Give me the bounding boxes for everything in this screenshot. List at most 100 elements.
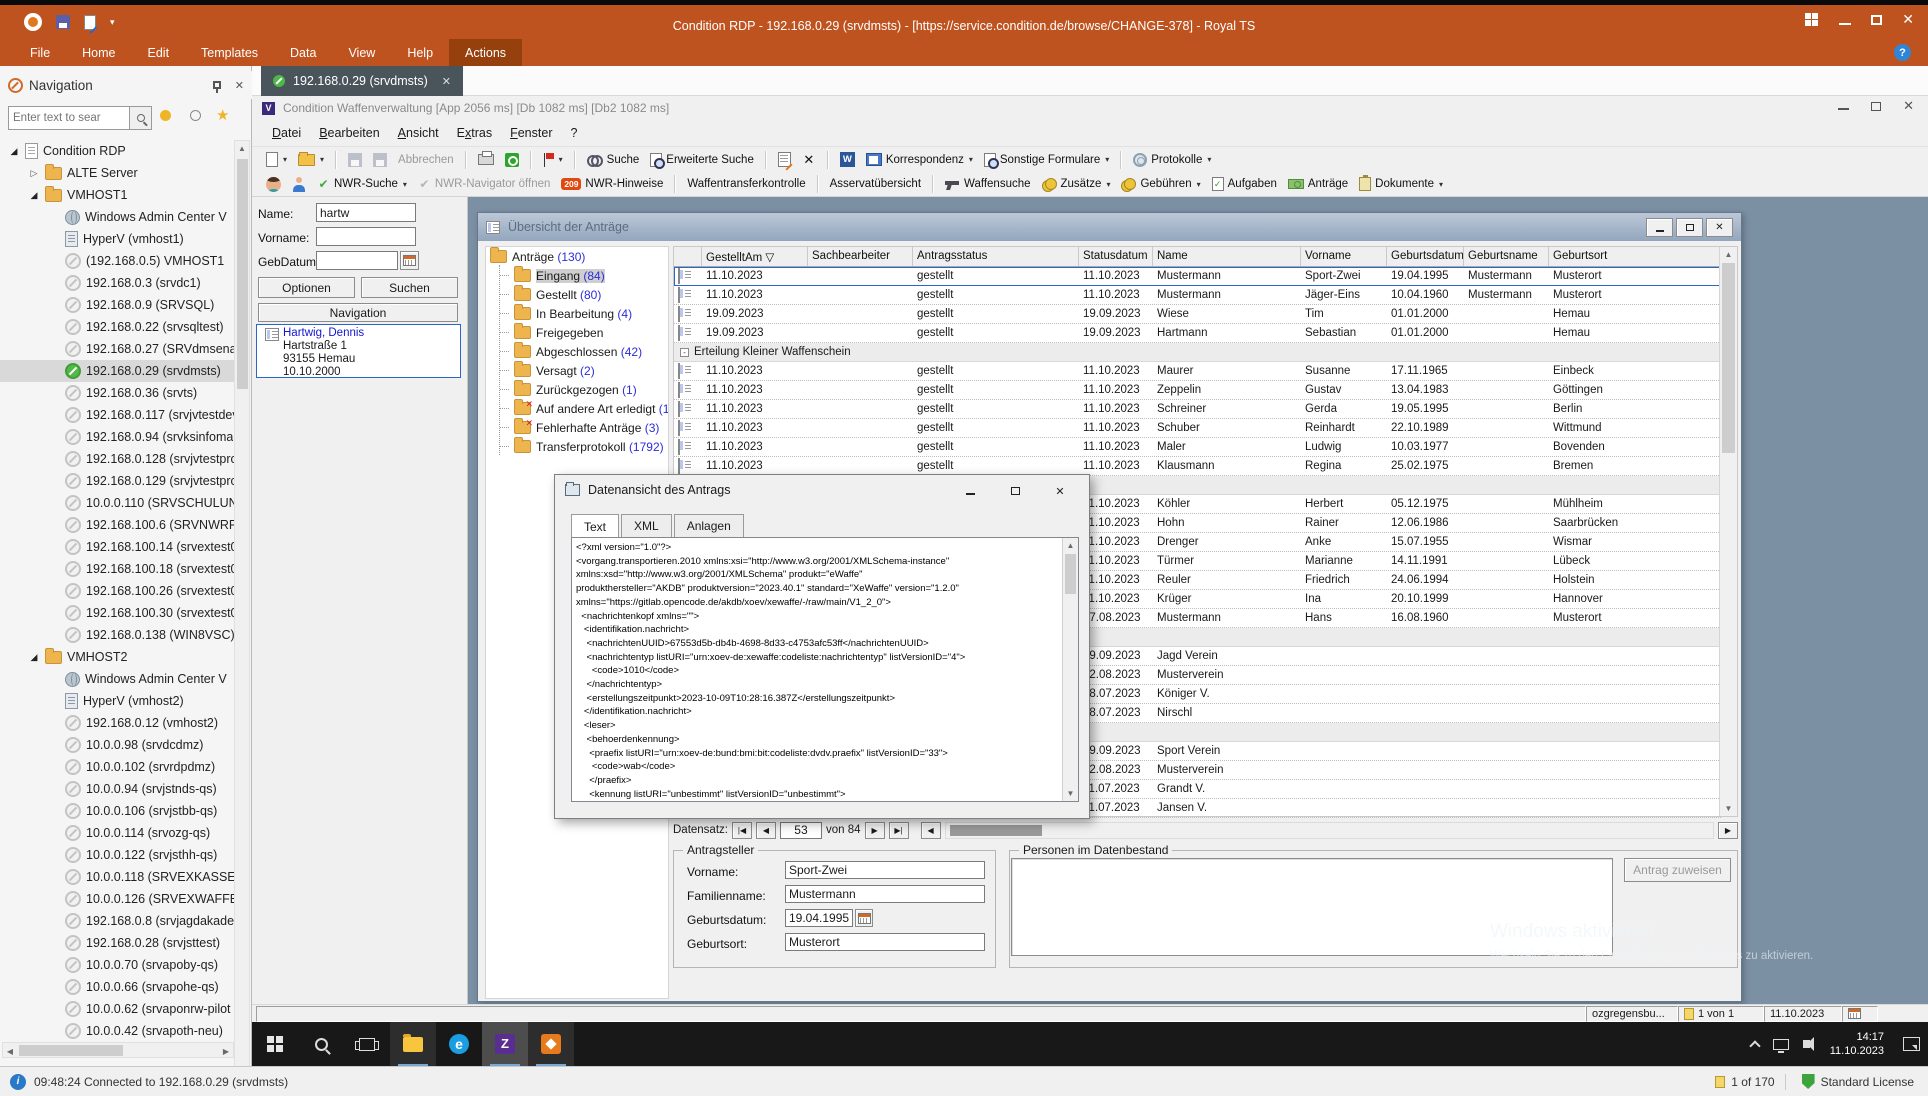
server-tree-item[interactable]: 10.0.0.126 (SRVEXWAFFE): [0, 888, 234, 910]
app-menu-ansicht[interactable]: Ansicht: [390, 123, 447, 143]
server-tree-item[interactable]: Windows Admin Center V: [0, 668, 234, 690]
uebersicht-titlebar[interactable]: Übersicht der Anträge ✕: [478, 213, 1741, 241]
grid-vertical-scrollbar[interactable]: ▲ ▼: [1719, 247, 1737, 816]
server-tree-item[interactable]: ◢Condition RDP: [0, 140, 234, 162]
server-tree-item[interactable]: HyperV (vmhost2): [0, 690, 234, 712]
server-tree-item[interactable]: ◢VMHOST1: [0, 184, 234, 206]
table-row[interactable]: 11.10.2023gestellt11.10.2023SchreinerGer…: [674, 400, 1721, 419]
bulb-outline-icon[interactable]: [190, 110, 201, 121]
flag-button[interactable]: ▾: [539, 151, 567, 169]
task-view-button[interactable]: [344, 1022, 390, 1066]
menu-help[interactable]: Help: [391, 39, 449, 66]
vorname-field[interactable]: [316, 227, 416, 246]
antragsteller-calendar-button[interactable]: [855, 909, 873, 927]
new-document-button[interactable]: ▾: [262, 150, 291, 169]
refresh-button[interactable]: [501, 151, 523, 169]
volume-tray-icon[interactable]: [1794, 1022, 1820, 1066]
layout-grid-icon[interactable]: [1805, 13, 1819, 27]
search-button[interactable]: Suche: [583, 152, 644, 168]
antragsteller-geburtsdatum-field[interactable]: 19.04.1995: [785, 909, 853, 927]
navigation-section-header[interactable]: Navigation: [258, 303, 458, 322]
suchen-button[interactable]: Suchen: [361, 277, 458, 298]
app-menu-datei[interactable]: Datei: [264, 123, 309, 143]
antraege-tree-item[interactable]: Zurückgezogen (1): [486, 380, 668, 399]
calendar-button[interactable]: [400, 251, 419, 270]
table-row[interactable]: 11.10.2023gestellt11.10.2023MustermannJä…: [674, 286, 1721, 305]
antragsteller-familienname-field[interactable]: Mustermann: [785, 885, 985, 903]
antraege-tree-item[interactable]: Freigegeben: [486, 323, 668, 342]
server-tree-item[interactable]: 192.168.0.22 (srvsqltest): [0, 316, 234, 338]
column-header-Antragsstatus[interactable]: Antragsstatus: [913, 247, 1079, 266]
delete-button[interactable]: ✕: [798, 150, 820, 170]
server-tree-item[interactable]: 192.168.100.30 (srvextest0: [0, 602, 234, 624]
antraege-tree-item[interactable]: Gestellt (80): [486, 285, 668, 304]
waffensuche-button[interactable]: Waffensuche: [941, 176, 1034, 192]
antraege-tree-item[interactable]: Transferprotokoll (1792): [486, 437, 668, 456]
menu-templates[interactable]: Templates: [185, 39, 274, 66]
asservatuebersicht-button[interactable]: Asservatübersicht: [826, 176, 925, 192]
sonstige-formulare-button[interactable]: Sonstige Formulare▾: [980, 151, 1113, 169]
antraege-tree-item[interactable]: Auf andere Art erledigt (1): [486, 399, 668, 418]
minimize-button[interactable]: [1839, 23, 1851, 25]
expander-open-icon[interactable]: ◢: [8, 146, 20, 157]
bulb-filled-icon[interactable]: [160, 110, 171, 121]
dialog-minimize-button[interactable]: [958, 482, 982, 500]
dokumente-button[interactable]: Dokumente▾: [1355, 175, 1447, 193]
search-result-item[interactable]: Hartwig, Dennis Hartstraße 1 93155 Hemau…: [256, 324, 461, 378]
antraege-button[interactable]: Anträge: [1284, 176, 1352, 192]
server-tree-item[interactable]: 10.0.0.102 (srvrdpdmz): [0, 756, 234, 778]
column-header-Geburtsort[interactable]: Geburtsort: [1549, 247, 1721, 266]
server-tree-item[interactable]: 10.0.0.42 (srvapoth-neu): [0, 1020, 234, 1042]
edge-button[interactable]: e: [436, 1022, 482, 1066]
child-minimize-button[interactable]: [1646, 218, 1673, 237]
nwr-hinweise-button[interactable]: 209NWR-Hinweise: [557, 176, 667, 192]
server-tree-item[interactable]: 192.168.0.129 (srvjvtestpro: [0, 470, 234, 492]
server-tree-item[interactable]: 192.168.0.29 (srvdmsts): [0, 360, 234, 382]
server-tree-item[interactable]: 192.168.0.9 (SRVSQL): [0, 294, 234, 316]
child-close-button[interactable]: ✕: [1706, 218, 1733, 237]
person-button[interactable]: [288, 175, 310, 194]
menu-edit[interactable]: Edit: [132, 39, 186, 66]
name-field[interactable]: hartw: [316, 203, 416, 222]
server-tree-item[interactable]: 192.168.0.12 (vmhost2): [0, 712, 234, 734]
korrespondenz-button[interactable]: Korrespondenz▾: [862, 151, 977, 168]
taskbar-search-button[interactable]: [298, 1022, 344, 1066]
antraege-tree-item[interactable]: Versagt (2): [486, 361, 668, 380]
menu-file[interactable]: File: [14, 39, 66, 66]
app-menu-fenster[interactable]: Fenster: [502, 123, 560, 143]
tab-close-icon[interactable]: ✕: [442, 75, 451, 88]
cancel-button[interactable]: Abbrechen: [394, 152, 458, 168]
child-restore-button[interactable]: [1676, 218, 1703, 237]
app-menu-?[interactable]: ?: [562, 123, 585, 143]
dialog-maximize-button[interactable]: [1003, 482, 1027, 500]
server-tree-item[interactable]: 192.168.0.36 (srvts): [0, 382, 234, 404]
server-tree-item[interactable]: 192.168.0.8 (srvjagdakader: [0, 910, 234, 932]
save-all-button[interactable]: [369, 151, 391, 169]
file-explorer-button[interactable]: [390, 1022, 436, 1066]
antrag-zuweisen-button[interactable]: Antrag zuweisen: [1624, 858, 1731, 882]
server-tree-item[interactable]: 192.168.0.28 (srvjsttest): [0, 932, 234, 954]
server-tree-item[interactable]: 192.168.100.14 (srvextest0: [0, 536, 234, 558]
column-header-Name[interactable]: Name: [1153, 247, 1301, 266]
server-tree-item[interactable]: ◢VMHOST2: [0, 646, 234, 668]
dialog-tab-xml[interactable]: XML: [621, 514, 672, 537]
next-record-button[interactable]: ▶: [865, 822, 885, 839]
antraege-tree-item[interactable]: In Bearbeitung (4): [486, 304, 668, 323]
close-button[interactable]: ✕: [1902, 11, 1914, 28]
waffentransferkontrolle-button[interactable]: Waffentransferkontrolle: [683, 176, 809, 192]
word-button[interactable]: W: [836, 150, 859, 169]
dialog-scrollbar[interactable]: ▲ ▼: [1062, 538, 1078, 801]
collapse-icon[interactable]: -: [680, 348, 689, 357]
server-tree-item[interactable]: 192.168.0.27 (SRVdmsenai: [0, 338, 234, 360]
menu-view[interactable]: View: [332, 39, 391, 66]
protokolle-button[interactable]: Protokolle▾: [1129, 151, 1215, 169]
antragsteller-geburtsort-field[interactable]: Musterort: [785, 933, 985, 951]
favorites-star-icon[interactable]: ★: [216, 106, 229, 124]
aufgaben-button[interactable]: ✓Aufgaben: [1208, 175, 1281, 193]
column-header-Geburtsdatum[interactable]: Geburtsdatum: [1387, 247, 1464, 266]
optionen-button[interactable]: Optionen: [258, 277, 355, 298]
taskbar-clock[interactable]: 14:17 11.10.2023: [1820, 1030, 1894, 1058]
antragsteller-vorname-field[interactable]: Sport-Zwei: [785, 861, 985, 879]
app-menu-extras[interactable]: Extras: [449, 123, 500, 143]
dialog-tab-anlagen[interactable]: Anlagen: [674, 514, 744, 537]
